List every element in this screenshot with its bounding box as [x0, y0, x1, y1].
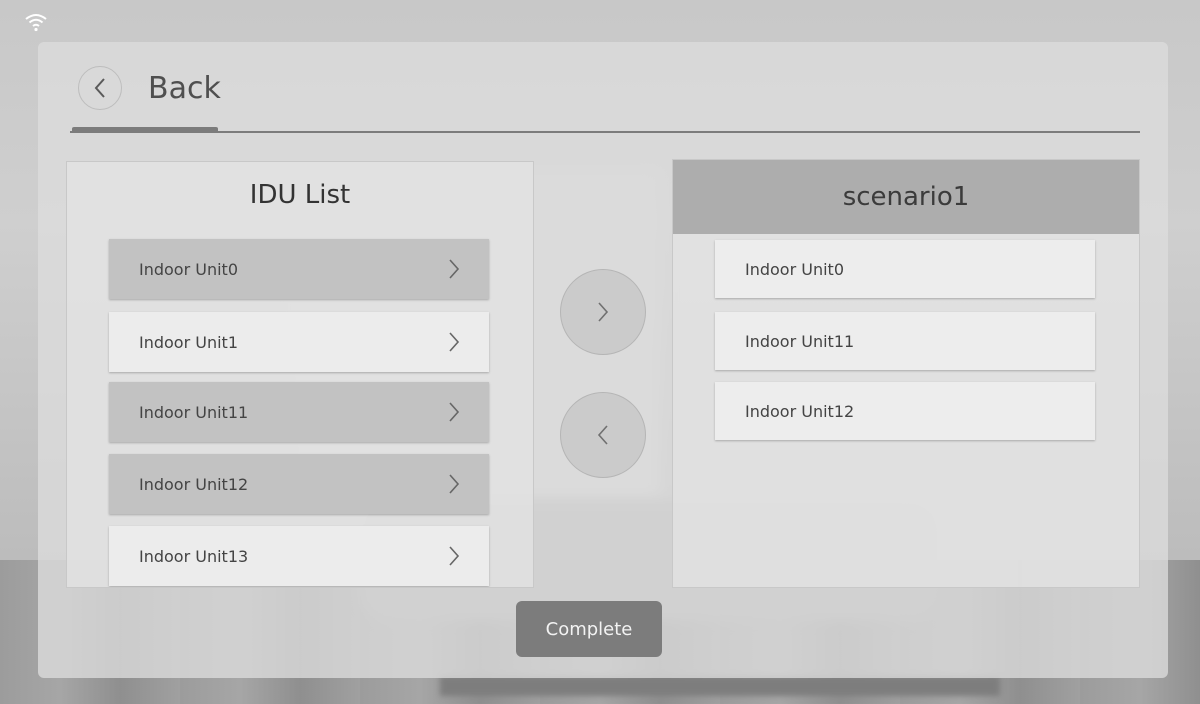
scenario-item-label: Indoor Unit11	[745, 331, 855, 351]
scenario-title: scenario1	[673, 160, 1139, 234]
back-icon	[78, 66, 122, 110]
wifi-icon	[25, 14, 47, 32]
list-item-label: Indoor Unit11	[139, 402, 249, 422]
scenario-item-label: Indoor Unit12	[745, 401, 855, 421]
chevron-left-icon	[597, 425, 608, 445]
back-button[interactable]: Back	[78, 64, 221, 112]
chevron-right-icon	[598, 302, 609, 322]
list-item[interactable]: Indoor Unit11	[109, 382, 489, 442]
divider-indicator	[72, 127, 218, 133]
list-item-label: Indoor Unit0	[139, 259, 239, 279]
list-item[interactable]: Indoor Unit13	[109, 526, 489, 586]
chevron-right-icon	[449, 259, 460, 279]
list-item[interactable]: Indoor Unit12	[109, 454, 489, 514]
scenario-item-label: Indoor Unit0	[745, 259, 845, 279]
complete-button[interactable]: Complete	[516, 601, 662, 657]
chevron-right-icon	[449, 402, 460, 422]
back-label: Back	[148, 70, 221, 106]
idu-list-card[interactable]: IDU List Indoor Unit0 Indoor Unit1 Indoo…	[66, 161, 534, 588]
add-to-scenario-button[interactable]	[560, 269, 646, 355]
list-item-label: Indoor Unit12	[139, 474, 249, 494]
remove-from-scenario-button[interactable]	[560, 392, 646, 478]
list-item[interactable]: Indoor Unit1	[109, 312, 489, 372]
list-item-label: Indoor Unit1	[139, 332, 239, 352]
chevron-right-icon	[449, 474, 460, 494]
chevron-right-icon	[449, 332, 460, 352]
scenario-edit-panel: Back IDU List Indoor Unit0 Indoor Unit1 …	[38, 42, 1168, 678]
scenario-item[interactable]: Indoor Unit11	[715, 312, 1095, 370]
header-divider	[70, 131, 1140, 133]
idu-list-title: IDU List	[249, 180, 351, 210]
list-item-label: Indoor Unit13	[139, 546, 249, 566]
scenario-card[interactable]: scenario1 Indoor Unit0 Indoor Unit11 Ind…	[672, 159, 1140, 588]
list-item[interactable]: Indoor Unit0	[109, 239, 489, 299]
scenario-item[interactable]: Indoor Unit12	[715, 382, 1095, 440]
chevron-right-icon	[449, 546, 460, 566]
scenario-item[interactable]: Indoor Unit0	[715, 240, 1095, 298]
